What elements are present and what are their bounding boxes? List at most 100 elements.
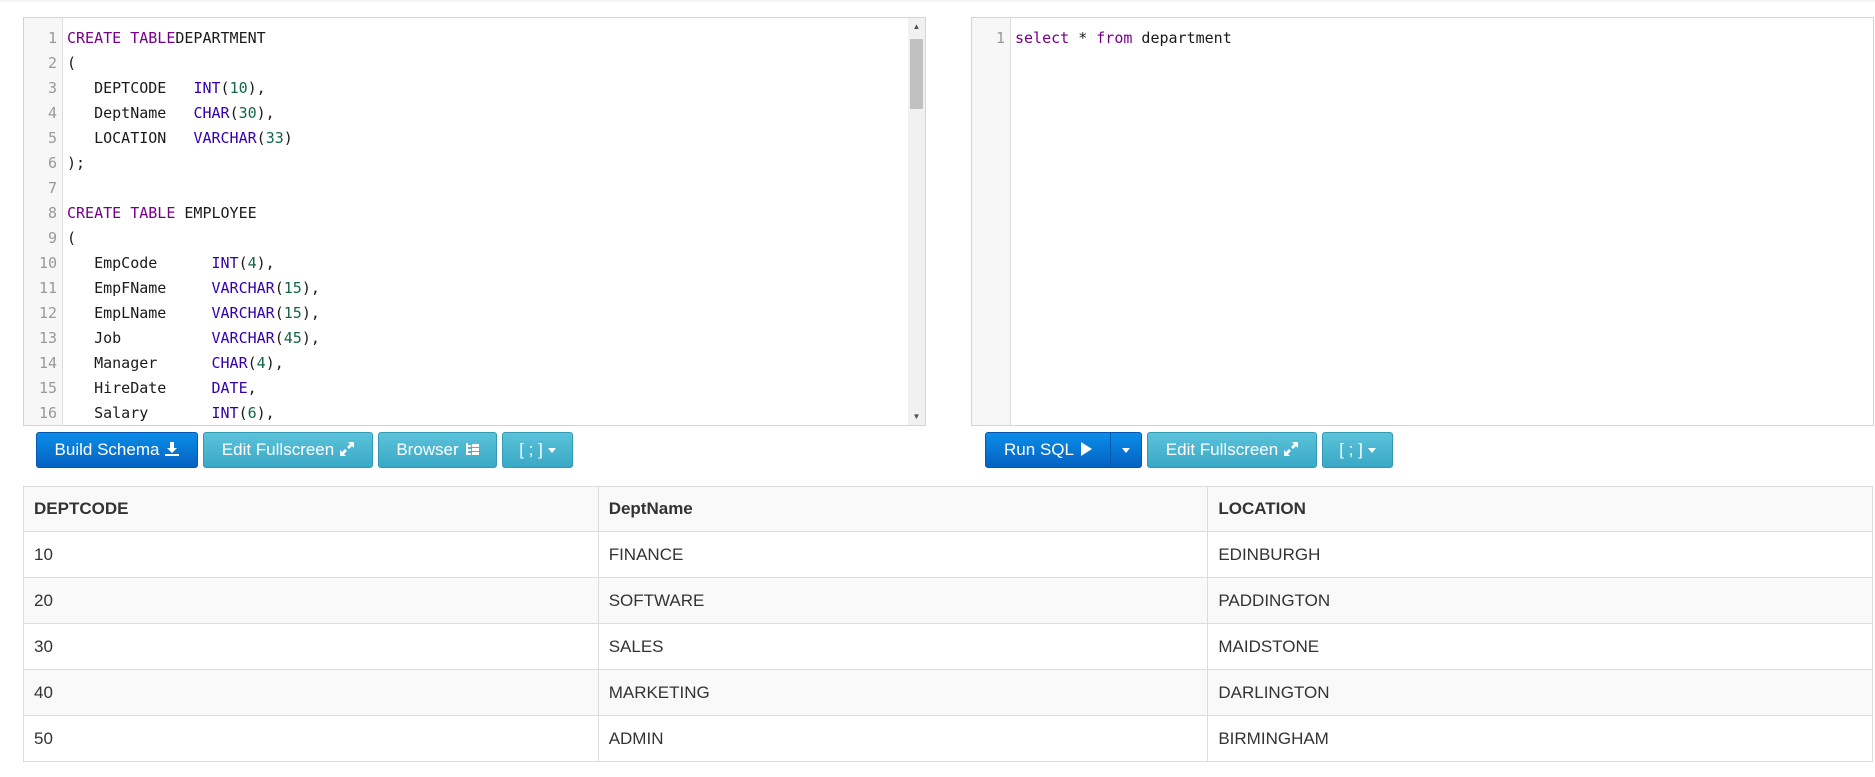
browser-label: Browser: [396, 440, 459, 459]
expand-icon: [1284, 441, 1299, 459]
code-line[interactable]: 14 Manager CHAR(4),: [24, 351, 925, 376]
code-token: 30: [238, 104, 257, 122]
code-token: (: [238, 404, 248, 422]
run-sql-label: Run SQL: [1004, 440, 1074, 459]
code-token: EmpFName: [67, 279, 212, 297]
build-schema-label: Build Schema: [54, 440, 160, 459]
schema-code[interactable]: 1 CREATE TABLEDEPARTMENT 2(3 DEPTCODE INT(…: [24, 26, 925, 425]
code-token: (: [256, 129, 266, 147]
line-number: 15: [38, 379, 57, 397]
code-token: 45: [283, 329, 302, 347]
code-line[interactable]: 5 LOCATION VARCHAR(33): [24, 126, 925, 151]
code-token: 15: [283, 279, 302, 297]
code-text: LOCATION VARCHAR(33): [67, 126, 293, 151]
code-line[interactable]: 10 EmpCode INT(4),: [24, 251, 925, 276]
delimiter-label: [ ; ]: [1339, 440, 1363, 459]
delimiter-label: [ ; ]: [519, 440, 543, 459]
code-token: ): [283, 129, 293, 147]
delimiter-dropdown[interactable]: [ ; ]: [1322, 432, 1393, 468]
code-token: (: [274, 304, 284, 322]
code-token: ),: [301, 279, 320, 297]
browser-button[interactable]: Browser: [378, 432, 497, 468]
code-line[interactable]: 8 CREATE TABLE EMPLOYEE: [24, 201, 925, 226]
code-text: select * from department: [1015, 26, 1232, 51]
code-token: select: [1015, 29, 1070, 47]
code-text: EmpLName VARCHAR(15),: [67, 301, 320, 326]
code-text: CREATE TABLEDEPARTMENT: [67, 26, 266, 51]
code-token: 33: [265, 129, 284, 147]
line-number-gutter: [972, 18, 1011, 425]
code-token: HireDate: [67, 379, 212, 397]
table-cell: 10: [23, 531, 599, 578]
code-text: );: [67, 151, 85, 176]
code-token: *: [1069, 29, 1097, 47]
table-cell: BIRMINGHAM: [1207, 715, 1873, 762]
code-token: (: [247, 354, 257, 372]
table-cell: DARLINGTON: [1207, 669, 1873, 716]
table-cell: 30: [23, 623, 599, 670]
scroll-down-icon[interactable]: ▼: [908, 408, 925, 425]
table-cell: 50: [23, 715, 599, 762]
code-token: CREATE TABLE: [67, 29, 176, 47]
code-token: EmpLName: [67, 304, 212, 322]
edit-fullscreen-button[interactable]: Edit Fullscreen: [1147, 432, 1317, 468]
code-text: DeptName CHAR(30),: [67, 101, 275, 126]
code-line[interactable]: 1 select * from department: [972, 26, 1873, 51]
query-editor[interactable]: 1 select * from department: [971, 17, 1874, 426]
code-line[interactable]: 7: [24, 176, 925, 201]
code-token: CREATE TABLE: [67, 204, 176, 222]
delimiter-dropdown[interactable]: [ ; ]: [502, 432, 573, 468]
line-number: 3: [47, 79, 57, 97]
line-number: 1: [995, 29, 1005, 47]
schema-editor[interactable]: 1 CREATE TABLEDEPARTMENT 2(3 DEPTCODE INT(…: [23, 17, 926, 426]
table-row: 50 ADMIN BIRMINGHAM: [23, 715, 1873, 762]
line-number: 8: [47, 204, 57, 222]
table-header-row: DEPTCODE DeptName LOCATION: [23, 486, 1873, 532]
column-header: DEPTCODE: [23, 486, 599, 532]
code-token: (: [274, 279, 284, 297]
code-line[interactable]: 11 EmpFName VARCHAR(15),: [24, 276, 925, 301]
code-line[interactable]: 2(: [24, 51, 925, 76]
code-token: CHAR: [211, 354, 248, 372]
table-row: 10 FINANCE EDINBURGH: [23, 531, 1873, 578]
query-code[interactable]: 1 select * from department: [972, 26, 1873, 51]
code-token: ),: [256, 254, 275, 272]
download-icon: [165, 441, 180, 459]
code-line[interactable]: 9(: [24, 226, 925, 251]
code-token: Job: [67, 329, 212, 347]
code-line[interactable]: 1 CREATE TABLEDEPARTMENT: [24, 26, 925, 51]
edit-fullscreen-label: Edit Fullscreen: [1165, 440, 1279, 459]
code-line[interactable]: 15 HireDate DATE,: [24, 376, 925, 401]
code-line[interactable]: 13 Job VARCHAR(45),: [24, 326, 925, 351]
code-token: ),: [265, 354, 284, 372]
code-text: Job VARCHAR(45),: [67, 326, 320, 351]
table-cell: ADMIN: [597, 715, 1209, 762]
caret-down-icon: [547, 447, 556, 453]
line-number: 2: [47, 54, 57, 72]
code-line[interactable]: 4 DeptName CHAR(30),: [24, 101, 925, 126]
line-number: 6: [47, 154, 57, 172]
vertical-scrollbar[interactable]: ▲ ▼: [908, 18, 925, 425]
table-cell: FINANCE: [597, 531, 1209, 578]
code-line[interactable]: 16 Salary INT(6),: [24, 401, 925, 425]
code-token: DEPARTMENT: [175, 29, 266, 47]
code-token: EmpCode: [67, 254, 212, 272]
scroll-up-icon[interactable]: ▲: [908, 18, 925, 35]
code-line[interactable]: 12 EmpLName VARCHAR(15),: [24, 301, 925, 326]
scrollbar-thumb[interactable]: [910, 39, 923, 109]
play-icon: [1080, 441, 1092, 459]
edit-fullscreen-button[interactable]: Edit Fullscreen: [203, 432, 373, 468]
code-line[interactable]: 6);: [24, 151, 925, 176]
run-sql-dropdown-button[interactable]: [1110, 432, 1142, 468]
code-token: INT: [193, 79, 221, 97]
code-token: CHAR: [193, 104, 230, 122]
build-schema-button[interactable]: Build Schema: [36, 432, 198, 468]
line-number: 14: [38, 354, 57, 372]
line-number: 5: [47, 129, 57, 147]
code-token: 6: [247, 404, 257, 422]
code-token: DeptName: [67, 104, 194, 122]
code-line[interactable]: 3 DEPTCODE INT(10),: [24, 76, 925, 101]
run-sql-button[interactable]: Run SQL: [985, 432, 1111, 468]
code-token: 15: [283, 304, 302, 322]
column-header: DeptName: [597, 486, 1209, 532]
